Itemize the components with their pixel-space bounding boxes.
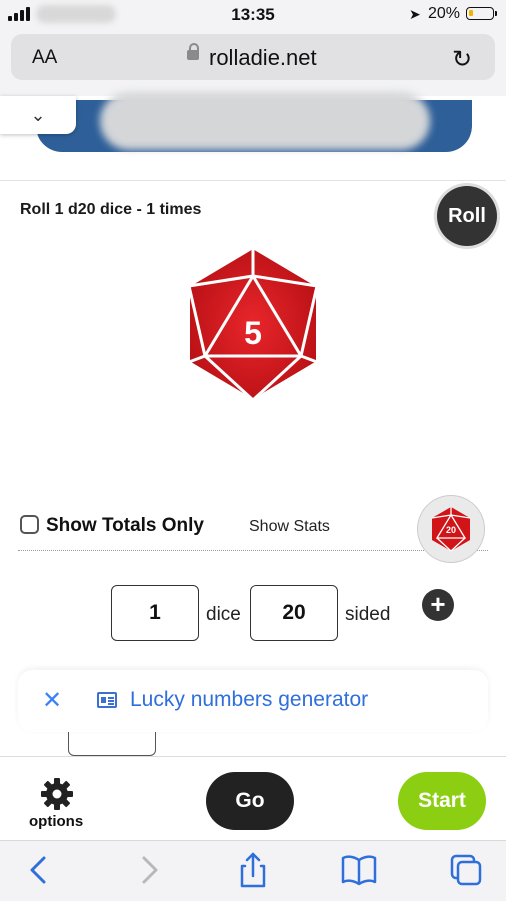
roll-button[interactable]: Roll — [437, 186, 497, 246]
banner-redacted — [100, 92, 430, 150]
go-button[interactable]: Go — [206, 772, 294, 830]
roll-summary: Roll 1 d20 dice - 1 times — [20, 201, 202, 218]
show-stats-link[interactable]: Show Stats — [249, 518, 330, 536]
sided-label: sided — [345, 604, 391, 625]
url-text[interactable]: rolladie.net — [209, 45, 317, 71]
forward-icon[interactable] — [128, 852, 168, 888]
battery-percent: 20% — [428, 5, 461, 22]
show-totals-label[interactable]: Show Totals Only — [46, 515, 204, 537]
die-result-value: 5 — [244, 315, 262, 351]
article-icon — [97, 692, 117, 708]
dice-label: dice — [206, 604, 241, 625]
d20-die-result[interactable]: 5 — [183, 246, 323, 402]
show-totals-checkbox[interactable] — [20, 515, 39, 534]
options-label[interactable]: options — [29, 813, 83, 830]
reload-icon[interactable]: ↻ — [452, 45, 472, 74]
back-icon[interactable] — [20, 852, 60, 888]
lock-icon — [187, 43, 199, 60]
gear-icon[interactable] — [40, 777, 74, 811]
close-icon[interactable]: ✕ — [42, 686, 62, 715]
dice-count-input[interactable]: 1 — [111, 585, 199, 641]
bookmarks-icon[interactable] — [339, 852, 379, 888]
text-size-button[interactable]: AA — [32, 47, 57, 69]
start-button[interactable]: Start — [398, 772, 486, 830]
tabs-icon[interactable] — [446, 852, 486, 888]
sides-input[interactable]: 20 — [250, 585, 338, 641]
location-arrow-icon: ➤ — [409, 6, 421, 22]
plus-icon[interactable]: + — [422, 589, 454, 621]
die-type-picker[interactable]: 20 — [418, 496, 484, 562]
lucky-numbers-link[interactable]: Lucky numbers generator — [130, 688, 368, 712]
d20-icon: 20 — [431, 507, 471, 552]
share-icon[interactable] — [233, 852, 273, 888]
battery-fill — [469, 10, 473, 16]
die-picker-value: 20 — [446, 525, 456, 535]
chevron-down-icon[interactable]: ⌄ — [0, 96, 76, 134]
battery-icon — [466, 7, 497, 20]
